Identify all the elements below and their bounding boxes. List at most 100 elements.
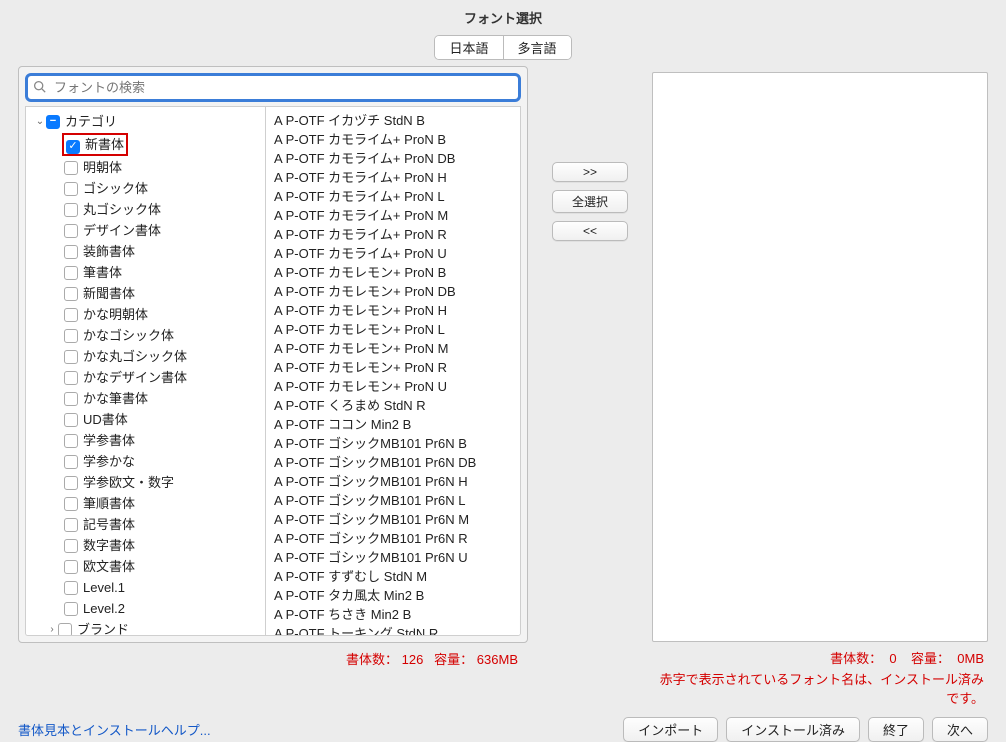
checkbox[interactable] — [64, 224, 78, 238]
chevron-down-icon[interactable]: ⌄ — [34, 112, 46, 131]
checkbox[interactable] — [64, 413, 78, 427]
checkbox[interactable] — [64, 329, 78, 343]
tree-item[interactable]: 学参かな — [30, 451, 265, 472]
tree-item[interactable]: 筆順書体 — [30, 493, 265, 514]
tree-label: UD書体 — [83, 410, 128, 429]
selected-list[interactable] — [652, 72, 988, 642]
font-row[interactable]: A P-OTF トーキング StdN R — [266, 624, 520, 636]
font-row[interactable]: A P-OTF イカヅチ StdN B — [266, 111, 520, 130]
tree-item[interactable]: 明朝体 — [30, 157, 265, 178]
tree-item[interactable]: デザイン書体 — [30, 220, 265, 241]
tree-item[interactable]: かな丸ゴシック体 — [30, 346, 265, 367]
font-row[interactable]: A P-OTF ココン Min2 B — [266, 415, 520, 434]
tree-label: 丸ゴシック体 — [83, 200, 161, 219]
checkbox[interactable] — [64, 497, 78, 511]
import-button[interactable]: インポート — [623, 717, 718, 742]
checkbox[interactable] — [64, 518, 78, 532]
checkbox[interactable] — [64, 245, 78, 259]
checkbox[interactable] — [64, 350, 78, 364]
tree-item[interactable]: 数字書体 — [30, 535, 265, 556]
tree-item[interactable]: 新聞書体 — [30, 283, 265, 304]
tree-label: 装飾書体 — [83, 242, 135, 261]
tree-item[interactable]: 学参書体 — [30, 430, 265, 451]
tree-item[interactable]: 欧文書体 — [30, 556, 265, 577]
tree-item[interactable]: UD書体 — [30, 409, 265, 430]
tree-item[interactable]: 記号書体 — [30, 514, 265, 535]
font-row[interactable]: A P-OTF カモレモン+ ProN L — [266, 320, 520, 339]
tree-item[interactable]: かなデザイン書体 — [30, 367, 265, 388]
checkbox-brand[interactable] — [58, 623, 72, 637]
tree-category[interactable]: ⌄ − カテゴリ — [30, 111, 265, 132]
font-row[interactable]: A P-OTF ゴシックMB101 Pr6N U — [266, 548, 520, 567]
checkbox[interactable] — [64, 581, 78, 595]
font-row[interactable]: A P-OTF カモライム+ ProN B — [266, 130, 520, 149]
checkbox[interactable] — [64, 434, 78, 448]
checkbox[interactable] — [64, 266, 78, 280]
tree-item[interactable]: かな筆書体 — [30, 388, 265, 409]
tree-item[interactable]: ✓新書体 — [30, 132, 265, 157]
select-all-button[interactable]: 全選択 — [552, 190, 628, 213]
tree-brand[interactable]: › ブランド — [30, 619, 265, 636]
checkbox[interactable] — [64, 602, 78, 616]
next-button[interactable]: 次へ — [932, 717, 988, 742]
font-row[interactable]: A P-OTF カモライム+ ProN L — [266, 187, 520, 206]
font-row[interactable]: A P-OTF ゴシックMB101 Pr6N B — [266, 434, 520, 453]
tree-item[interactable]: 学参欧文・数字 — [30, 472, 265, 493]
font-row[interactable]: A P-OTF ゴシックMB101 Pr6N H — [266, 472, 520, 491]
add-button[interactable]: >> — [552, 162, 628, 182]
remove-button[interactable]: << — [552, 221, 628, 241]
checkbox[interactable] — [64, 476, 78, 490]
tree-label: かな明朝体 — [83, 305, 148, 324]
checkbox[interactable] — [64, 287, 78, 301]
search-input[interactable] — [25, 73, 521, 102]
font-row[interactable]: A P-OTF ちさき Min2 B — [266, 605, 520, 624]
tab-japanese[interactable]: 日本語 — [435, 36, 502, 59]
font-row[interactable]: A P-OTF カモレモン+ ProN H — [266, 301, 520, 320]
tree-item[interactable]: 丸ゴシック体 — [30, 199, 265, 220]
checkbox[interactable] — [64, 203, 78, 217]
tab-multilang[interactable]: 多言語 — [503, 36, 571, 59]
installed-button[interactable]: インストール済み — [726, 717, 860, 742]
tree-label: 記号書体 — [83, 515, 135, 534]
checkbox[interactable] — [64, 371, 78, 385]
tree-item[interactable]: かなゴシック体 — [30, 325, 265, 346]
font-row[interactable]: A P-OTF カモライム+ ProN DB — [266, 149, 520, 168]
font-row[interactable]: A P-OTF カモライム+ ProN U — [266, 244, 520, 263]
font-row[interactable]: A P-OTF ゴシックMB101 Pr6N R — [266, 529, 520, 548]
font-row[interactable]: A P-OTF くろまめ StdN R — [266, 396, 520, 415]
font-row[interactable]: A P-OTF カモレモン+ ProN U — [266, 377, 520, 396]
checkbox[interactable]: ✓ — [66, 140, 80, 154]
checkbox[interactable] — [64, 182, 78, 196]
checkbox[interactable] — [64, 455, 78, 469]
tree-item[interactable]: Level.2 — [30, 598, 265, 619]
checkbox[interactable] — [64, 560, 78, 574]
tree-item[interactable]: ゴシック体 — [30, 178, 265, 199]
checkbox[interactable] — [64, 308, 78, 322]
font-list[interactable]: A P-OTF イカヅチ StdN BA P-OTF カモライム+ ProN B… — [265, 106, 521, 636]
checkbox[interactable] — [64, 392, 78, 406]
checkbox[interactable] — [64, 161, 78, 175]
checkbox-category[interactable]: − — [46, 115, 60, 129]
tree-item[interactable]: かな明朝体 — [30, 304, 265, 325]
checkbox[interactable] — [64, 539, 78, 553]
quit-button[interactable]: 終了 — [868, 717, 924, 742]
font-row[interactable]: A P-OTF カモレモン+ ProN R — [266, 358, 520, 377]
chevron-right-icon[interactable]: › — [46, 620, 58, 636]
font-row[interactable]: A P-OTF カモレモン+ ProN B — [266, 263, 520, 282]
font-row[interactable]: A P-OTF カモライム+ ProN M — [266, 206, 520, 225]
font-row[interactable]: A P-OTF すずむし StdN M — [266, 567, 520, 586]
font-row[interactable]: A P-OTF タカ風太 Min2 B — [266, 586, 520, 605]
font-row[interactable]: A P-OTF カモレモン+ ProN M — [266, 339, 520, 358]
tree-item[interactable]: 筆書体 — [30, 262, 265, 283]
window-title: フォント選択 — [0, 0, 1006, 35]
help-link[interactable]: 書体見本とインストールヘルプ... — [18, 720, 211, 739]
font-row[interactable]: A P-OTF カモライム+ ProN R — [266, 225, 520, 244]
tree-item[interactable]: 装飾書体 — [30, 241, 265, 262]
tree-item[interactable]: Level.1 — [30, 577, 265, 598]
category-tree[interactable]: ⌄ − カテゴリ ✓新書体明朝体ゴシック体丸ゴシック体デザイン書体装飾書体筆書体… — [25, 106, 265, 636]
font-row[interactable]: A P-OTF ゴシックMB101 Pr6N M — [266, 510, 520, 529]
font-row[interactable]: A P-OTF ゴシックMB101 Pr6N L — [266, 491, 520, 510]
font-row[interactable]: A P-OTF カモライム+ ProN H — [266, 168, 520, 187]
font-row[interactable]: A P-OTF カモレモン+ ProN DB — [266, 282, 520, 301]
font-row[interactable]: A P-OTF ゴシックMB101 Pr6N DB — [266, 453, 520, 472]
